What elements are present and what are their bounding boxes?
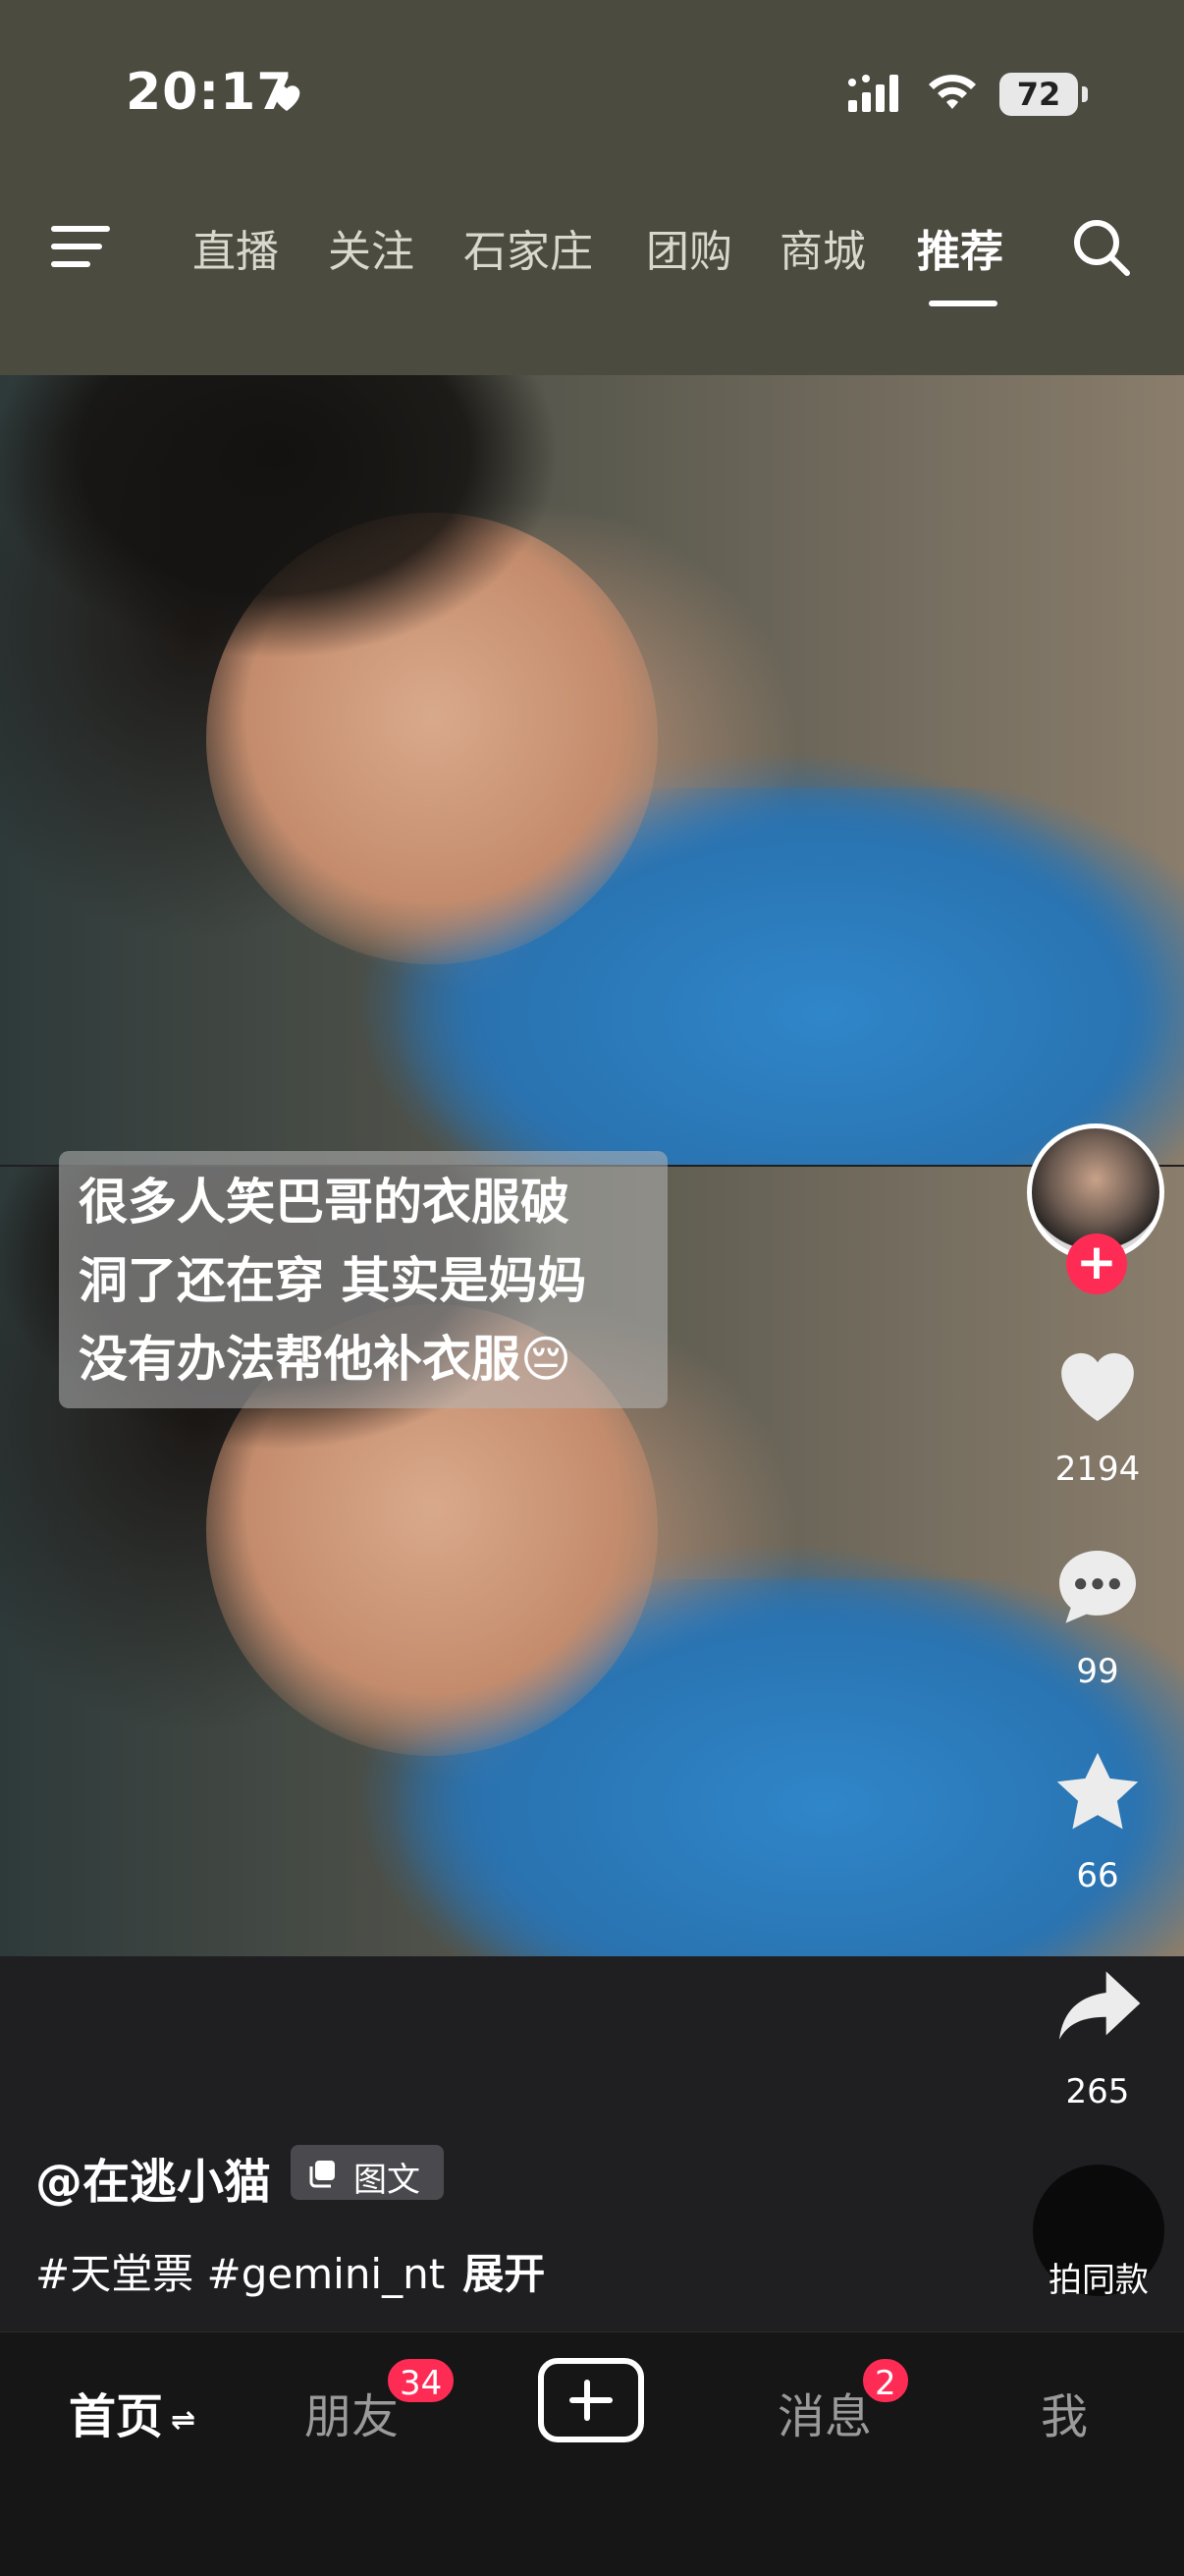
favorite-icon[interactable] [1047,1742,1149,1844]
caption-line: 没有办法帮他补衣服😔 [79,1331,572,1388]
caption-line: 很多人笑巴哥的衣服破 [79,1174,569,1231]
nav-friends[interactable]: 朋友 [304,2378,399,2446]
menu-icon[interactable] [49,222,112,271]
share-count: 265 [1065,2072,1130,2111]
wifi-icon [929,75,976,109]
tab-group-buy[interactable]: 团购 [646,216,732,279]
signal-icon [848,75,898,112]
post-type-badge: 图文 [291,2145,444,2200]
hashtags[interactable]: #天堂票 #gemini_nt 展开 [35,2241,545,2301]
share-icon[interactable] [1047,1954,1149,2056]
like-count: 2194 [1054,1450,1141,1489]
refresh-toggle-icon: ⇌ [171,2402,196,2438]
search-icon[interactable] [1070,216,1133,279]
comment-icon[interactable] [1047,1538,1149,1640]
nav-home-label: 首页 [69,2389,164,2444]
nav-me[interactable]: 我 [1041,2378,1088,2446]
images-icon [309,2161,335,2188]
comment-count: 99 [1076,1652,1119,1691]
expand-link[interactable]: 展开 [462,2250,545,2298]
author-name[interactable]: @在逃小猫 [35,2143,271,2212]
tab-following[interactable]: 关注 [328,216,414,279]
nav-messages[interactable]: 消息 [778,2378,872,2446]
friends-badge: 34 [385,2356,457,2405]
favorite-count: 66 [1076,1856,1119,1895]
caption-line: 洞了还在穿 其实是妈妈 [79,1252,587,1309]
top-bar: 20:17 72 直播 关注 石家庄 团购 商城 推荐 [0,0,1184,375]
messages-badge: 2 [860,2356,911,2405]
tab-mall[interactable]: 商城 [780,216,866,279]
image-frame [0,375,1184,1165]
tab-local[interactable]: 石家庄 [463,216,593,279]
nav-home[interactable]: 首页 ⇌ [69,2378,195,2446]
status-bar: 20:17 72 [0,0,1184,196]
tab-recommend[interactable]: 推荐 [917,216,1003,279]
tab-live[interactable]: 直播 [192,216,279,279]
remix-label[interactable]: 拍同款 [1027,2253,1170,2301]
post-type-label: 图文 [353,2161,420,2200]
battery-icon: 72 [999,73,1088,116]
create-icon[interactable] [538,2358,644,2442]
bottom-nav: 首页 ⇌ 朋友 34 消息 2 我 [0,2331,1184,2576]
battery-level: 72 [1016,76,1061,113]
heart-icon [273,85,300,111]
follow-button[interactable]: + [1066,1233,1127,1294]
like-icon[interactable] [1047,1332,1149,1434]
active-tab-indicator [929,301,997,306]
caption-overlay: 很多人笑巴哥的衣服破 洞了还在穿 其实是妈妈 没有办法帮他补衣服😔 [59,1151,668,1408]
hashtag-text[interactable]: #天堂票 #gemini_nt [35,2250,445,2298]
